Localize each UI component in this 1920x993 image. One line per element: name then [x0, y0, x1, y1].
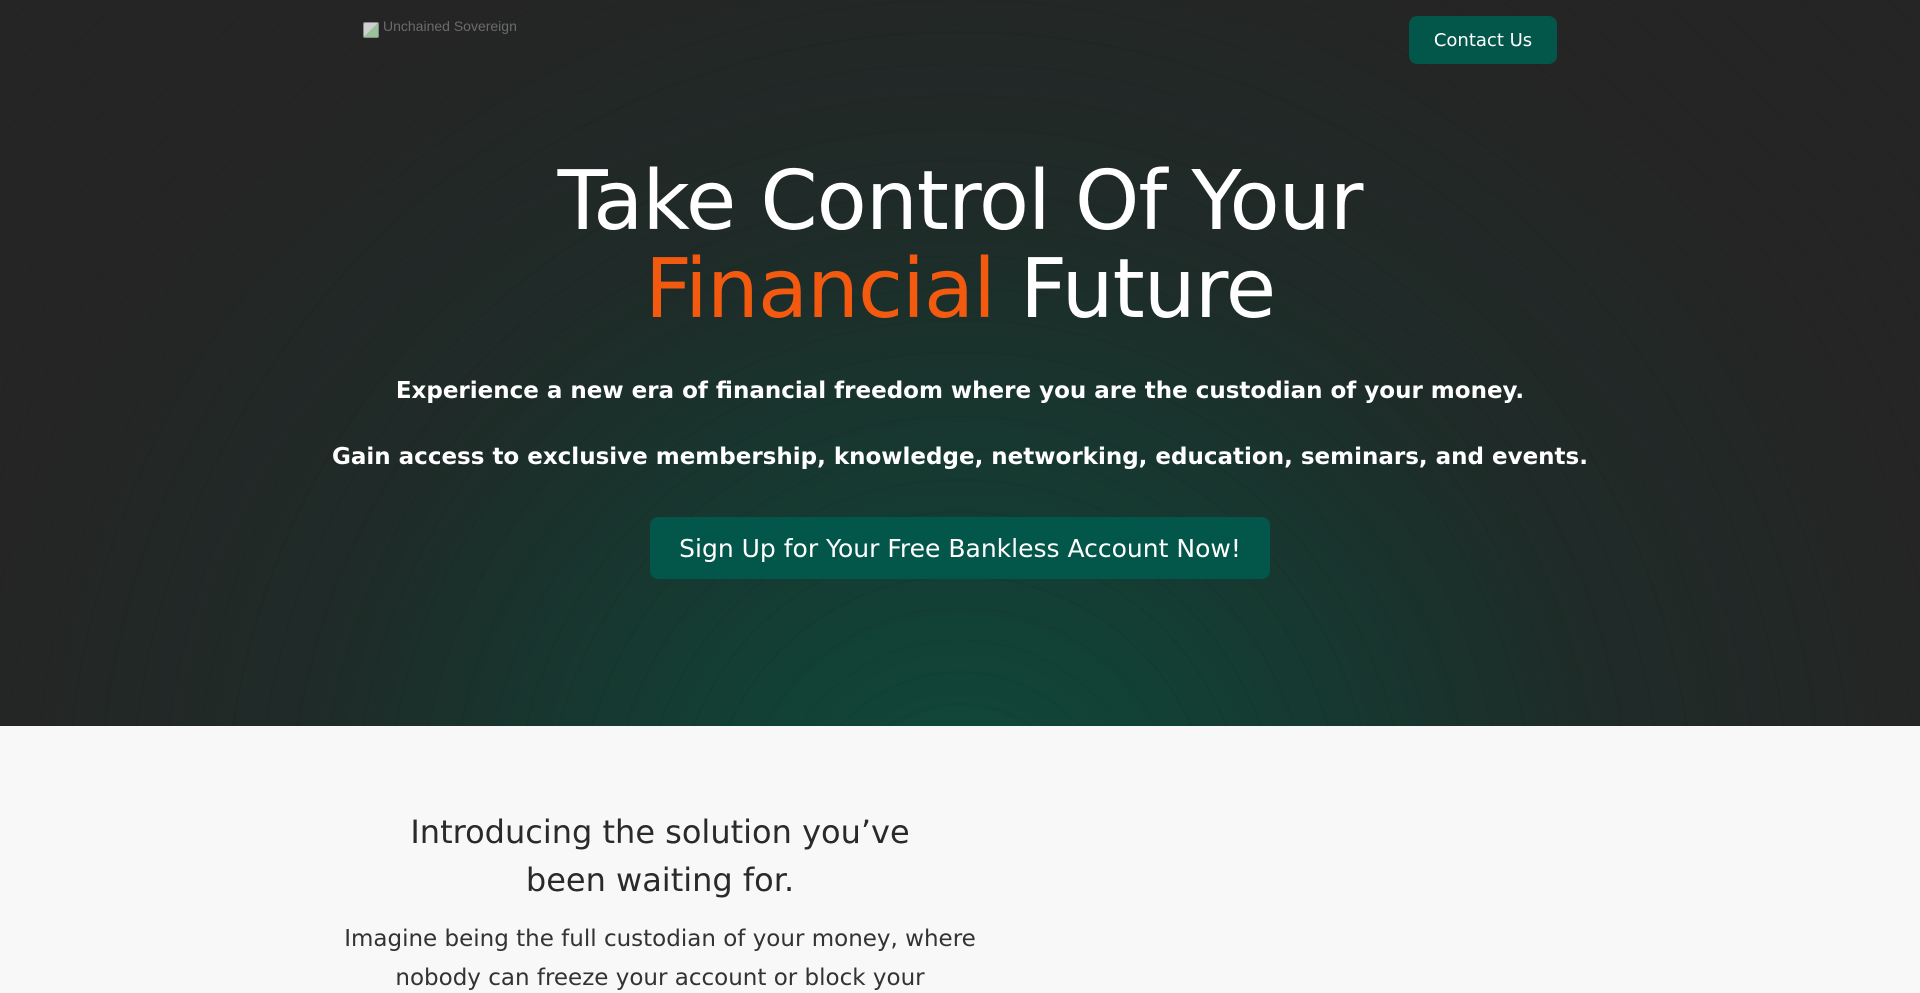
headline-rest: Future	[994, 242, 1276, 337]
hero-content: Take Control Of Your Financial Future Ex…	[0, 0, 1920, 579]
intro-body-line-2: nobody can freeze your account or block …	[395, 965, 925, 991]
hero-section: Unchained Sovereign Contact Us Take Cont…	[0, 0, 1920, 726]
intro-title-line-1: Introducing the solution you’ve	[410, 813, 910, 851]
headline-line-1: Take Control Of Your	[557, 154, 1364, 249]
intro-title: Introducing the solution you’ve been wai…	[340, 808, 980, 904]
intro-body: Imagine being the full custodian of your…	[340, 920, 980, 993]
intro-section: Introducing the solution you’ve been wai…	[0, 726, 1920, 993]
intro-title-line-2: been waiting for.	[525, 861, 795, 899]
signup-cta-button[interactable]: Sign Up for Your Free Bankless Account N…	[650, 517, 1270, 579]
intro-column: Introducing the solution you’ve been wai…	[340, 808, 980, 993]
hero-subtitle-2: Gain access to exclusive membership, kno…	[332, 444, 1588, 470]
hero-headline: Take Control Of Your Financial Future	[0, 158, 1920, 334]
hero-subtitle-1: Experience a new era of financial freedo…	[395, 378, 1525, 404]
headline-accent-word: Financial	[644, 242, 996, 337]
intro-body-line-1: Imagine being the full custodian of your…	[344, 926, 976, 952]
